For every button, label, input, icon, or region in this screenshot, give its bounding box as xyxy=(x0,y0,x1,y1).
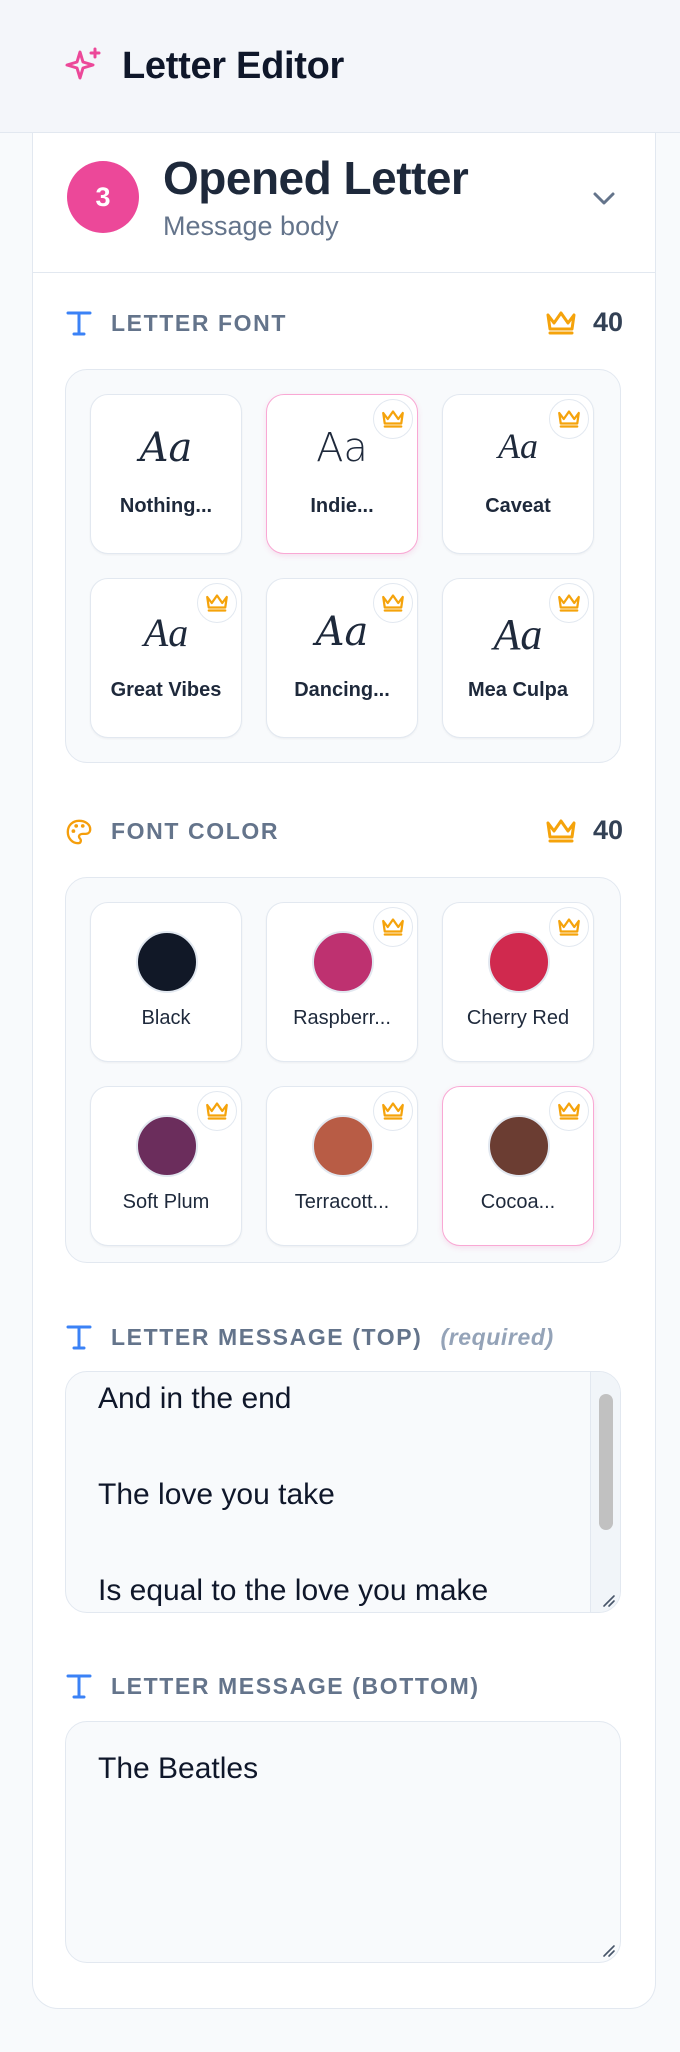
color-name: Cherry Red xyxy=(466,1007,570,1029)
color-swatch xyxy=(136,931,198,993)
message-bottom-textarea[interactable]: The Beatles xyxy=(65,1721,621,1963)
section-subtitle: Message body xyxy=(163,211,339,241)
font-grid: Aa Nothing... Aa Indie... Aa Caveat Aa G… xyxy=(65,369,621,763)
color-swatch xyxy=(488,1115,550,1177)
color-option-cherry-red[interactable]: Cherry Red xyxy=(442,902,594,1062)
font-sample: Aa xyxy=(316,425,368,471)
color-name: Cocoa... xyxy=(480,1191,556,1213)
crown-icon xyxy=(549,1091,589,1131)
font-sample: Aa xyxy=(315,609,369,655)
section-header[interactable]: 3 Opened Letter Message body xyxy=(33,133,655,273)
message-line: Is equal to the love you make xyxy=(98,1574,489,1607)
font-name: Great Vibes xyxy=(110,679,222,701)
letter-font-cost-value: 40 xyxy=(592,307,623,337)
text-type-icon xyxy=(65,1323,93,1351)
text-type-icon xyxy=(65,309,93,337)
section-title: Opened Letter xyxy=(163,152,469,204)
color-swatch xyxy=(312,931,374,993)
chevron-down-icon[interactable] xyxy=(589,183,619,213)
font-name: Nothing... xyxy=(119,495,213,517)
color-option-raspberry[interactable]: Raspberr... xyxy=(266,902,418,1062)
font-color-cost-value: 40 xyxy=(592,815,623,845)
resize-grip-icon[interactable] xyxy=(598,1940,616,1958)
message-line: The love you take xyxy=(98,1478,335,1511)
message-top-label-text: LETTER MESSAGE (TOP) xyxy=(111,1323,423,1350)
crown-icon xyxy=(373,1091,413,1131)
color-name: Black xyxy=(141,1007,191,1029)
message-top-label: LETTER MESSAGE (TOP) (required) xyxy=(65,1323,554,1351)
font-name: Dancing... xyxy=(294,679,390,701)
crown-icon xyxy=(197,1091,237,1131)
color-name: Terracott... xyxy=(294,1191,390,1213)
font-sample: Aa xyxy=(498,426,538,466)
color-grid: Black Raspberr... Cherry Red Soft Plum T… xyxy=(65,877,621,1263)
letter-font-cost: 40 xyxy=(545,307,623,338)
font-option-caveat[interactable]: Aa Caveat xyxy=(442,394,594,554)
crown-icon xyxy=(373,907,413,947)
message-line: The Beatles xyxy=(98,1752,259,1785)
text-type-icon xyxy=(65,1672,93,1700)
crown-icon xyxy=(549,907,589,947)
font-name: Caveat xyxy=(485,495,551,517)
color-name: Soft Plum xyxy=(122,1191,210,1213)
palette-icon xyxy=(65,817,93,845)
font-name: Indie... xyxy=(310,495,374,517)
message-bottom-label: LETTER MESSAGE (BOTTOM) xyxy=(65,1672,480,1700)
font-sample: Aa xyxy=(493,610,543,659)
app-title: Letter Editor xyxy=(122,44,345,87)
color-option-soft-plum[interactable]: Soft Plum xyxy=(90,1086,242,1246)
crown-icon xyxy=(545,310,577,336)
resize-grip-icon[interactable] xyxy=(598,1590,616,1608)
color-swatch xyxy=(312,1115,374,1177)
message-line: And in the end xyxy=(98,1382,292,1415)
font-name: Mea Culpa xyxy=(467,679,569,701)
color-name: Raspberr... xyxy=(293,1007,391,1029)
font-sample: Aa xyxy=(143,610,189,655)
letter-font-label-text: LETTER FONT xyxy=(111,309,288,336)
required-hint: (required) xyxy=(440,1323,554,1350)
color-option-terracotta[interactable]: Terracott... xyxy=(266,1086,418,1246)
font-option-mea-culpa[interactable]: Aa Mea Culpa xyxy=(442,578,594,738)
font-option-dancing[interactable]: Aa Dancing... xyxy=(266,578,418,738)
color-swatch xyxy=(136,1115,198,1177)
font-option-nothing[interactable]: Aa Nothing... xyxy=(90,394,242,554)
crown-icon xyxy=(545,818,577,844)
editor-card: 3 Opened Letter Message body LETTER FONT… xyxy=(32,133,656,2009)
font-option-indie[interactable]: Aa Indie... xyxy=(266,394,418,554)
color-option-black[interactable]: Black xyxy=(90,902,242,1062)
scrollbar[interactable] xyxy=(590,1372,620,1612)
font-color-cost: 40 xyxy=(545,815,623,846)
color-swatch xyxy=(488,931,550,993)
font-option-great-vibes[interactable]: Aa Great Vibes xyxy=(90,578,242,738)
message-bottom-label-text: LETTER MESSAGE (BOTTOM) xyxy=(111,1672,480,1699)
font-color-label: FONT COLOR xyxy=(65,817,279,845)
step-badge: 3 xyxy=(67,161,139,233)
letter-font-label: LETTER FONT xyxy=(65,309,287,337)
app-header: Letter Editor xyxy=(0,0,680,133)
font-color-label-text: FONT COLOR xyxy=(111,817,280,844)
color-option-cocoa[interactable]: Cocoa... xyxy=(442,1086,594,1246)
font-sample: Aa xyxy=(139,425,193,471)
message-top-textarea[interactable]: And in the end The love you take Is equa… xyxy=(65,1371,621,1613)
scrollbar-thumb[interactable] xyxy=(599,1394,613,1530)
sparkle-icon xyxy=(64,46,104,86)
